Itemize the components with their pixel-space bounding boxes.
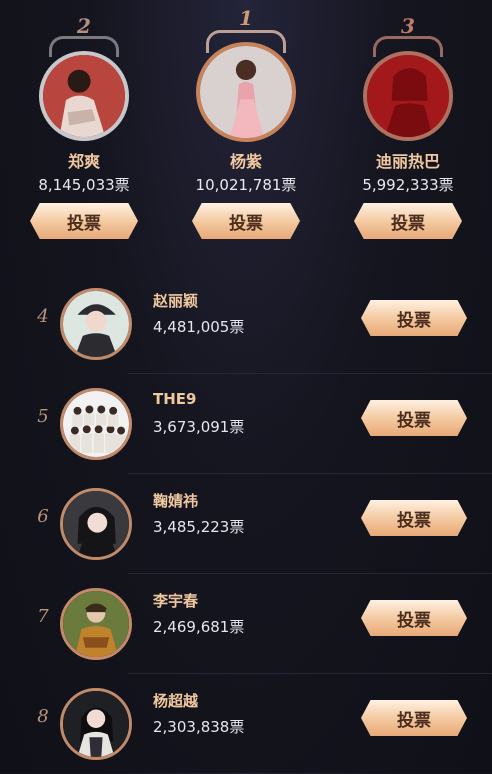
podium-votes: 10,021,781票	[195, 176, 297, 194]
avatar-photo	[200, 46, 292, 138]
vote-button[interactable]: 投票	[354, 203, 462, 239]
podium-rank-number: 1	[239, 6, 253, 30]
list-votes: 2,469,681票	[153, 618, 245, 636]
podium-rank-number: 3	[401, 14, 415, 38]
avatar[interactable]	[39, 51, 129, 141]
avatar-photo	[63, 591, 129, 657]
vote-button[interactable]: 投票	[361, 600, 467, 636]
avatar[interactable]	[196, 42, 296, 142]
rank-number: 8	[37, 706, 49, 727]
avatar-photo	[63, 691, 129, 757]
avatar-photo	[43, 55, 125, 137]
list-name: 鞠婧祎	[153, 492, 199, 510]
podium-votes: 5,992,333票	[362, 176, 454, 194]
list-name: 赵丽颖	[153, 292, 199, 310]
rank-number: 7	[37, 606, 49, 627]
rank-number: 6	[37, 506, 49, 527]
avatar[interactable]	[60, 288, 132, 360]
vote-button[interactable]: 投票	[192, 203, 300, 239]
podium-votes: 8,145,033票	[38, 176, 130, 194]
list-name: 李宇春	[153, 592, 199, 610]
vote-button[interactable]: 投票	[361, 700, 467, 736]
list-item: 5 THE9 3,673,091票 投票	[0, 374, 492, 474]
list-votes: 2,303,838票	[153, 718, 245, 736]
avatar-photo	[63, 491, 129, 557]
avatar-photo	[63, 291, 129, 357]
podium-rank-3: 3 迪丽热巴 5,992,333票 投票	[324, 0, 492, 260]
avatar-photo	[63, 391, 129, 457]
rank-number: 5	[37, 406, 49, 427]
podium-name: 郑爽	[67, 152, 100, 171]
list-item: 8 杨超越 2,303,838票 投票	[0, 674, 492, 774]
avatar[interactable]	[60, 588, 132, 660]
list-votes: 3,673,091票	[153, 418, 245, 436]
vote-button[interactable]: 投票	[361, 400, 467, 436]
podium-rank-2: 2 郑爽 8,145,033票 投票	[0, 0, 168, 260]
podium-rank-1: 1 杨紫 10,021,781票 投票	[162, 0, 330, 260]
vote-button[interactable]: 投票	[30, 203, 138, 239]
podium-name: 迪丽热巴	[375, 152, 440, 171]
avatar-photo	[367, 55, 449, 137]
avatar[interactable]	[60, 488, 132, 560]
list-item: 6 鞠婧祎 3,485,223票 投票	[0, 474, 492, 574]
avatar[interactable]	[60, 688, 132, 760]
list-votes: 4,481,005票	[153, 318, 245, 336]
rank-number: 4	[37, 306, 49, 327]
list-name: 杨超越	[153, 692, 199, 710]
list-votes: 3,485,223票	[153, 518, 245, 536]
list-item: 4 赵丽颖 4,481,005票 投票	[0, 274, 492, 374]
podium: 2 郑爽 8,145,033票 投票 1 杨紫 10,021,781票 投票 3…	[0, 0, 492, 260]
list-name: THE9	[153, 390, 197, 408]
podium-rank-number: 2	[77, 14, 91, 38]
podium-name: 杨紫	[229, 152, 262, 171]
avatar[interactable]	[363, 51, 453, 141]
vote-button[interactable]: 投票	[361, 300, 467, 336]
vote-button[interactable]: 投票	[361, 500, 467, 536]
avatar[interactable]	[60, 388, 132, 460]
list-item: 7 李宇春 2,469,681票 投票	[0, 574, 492, 674]
